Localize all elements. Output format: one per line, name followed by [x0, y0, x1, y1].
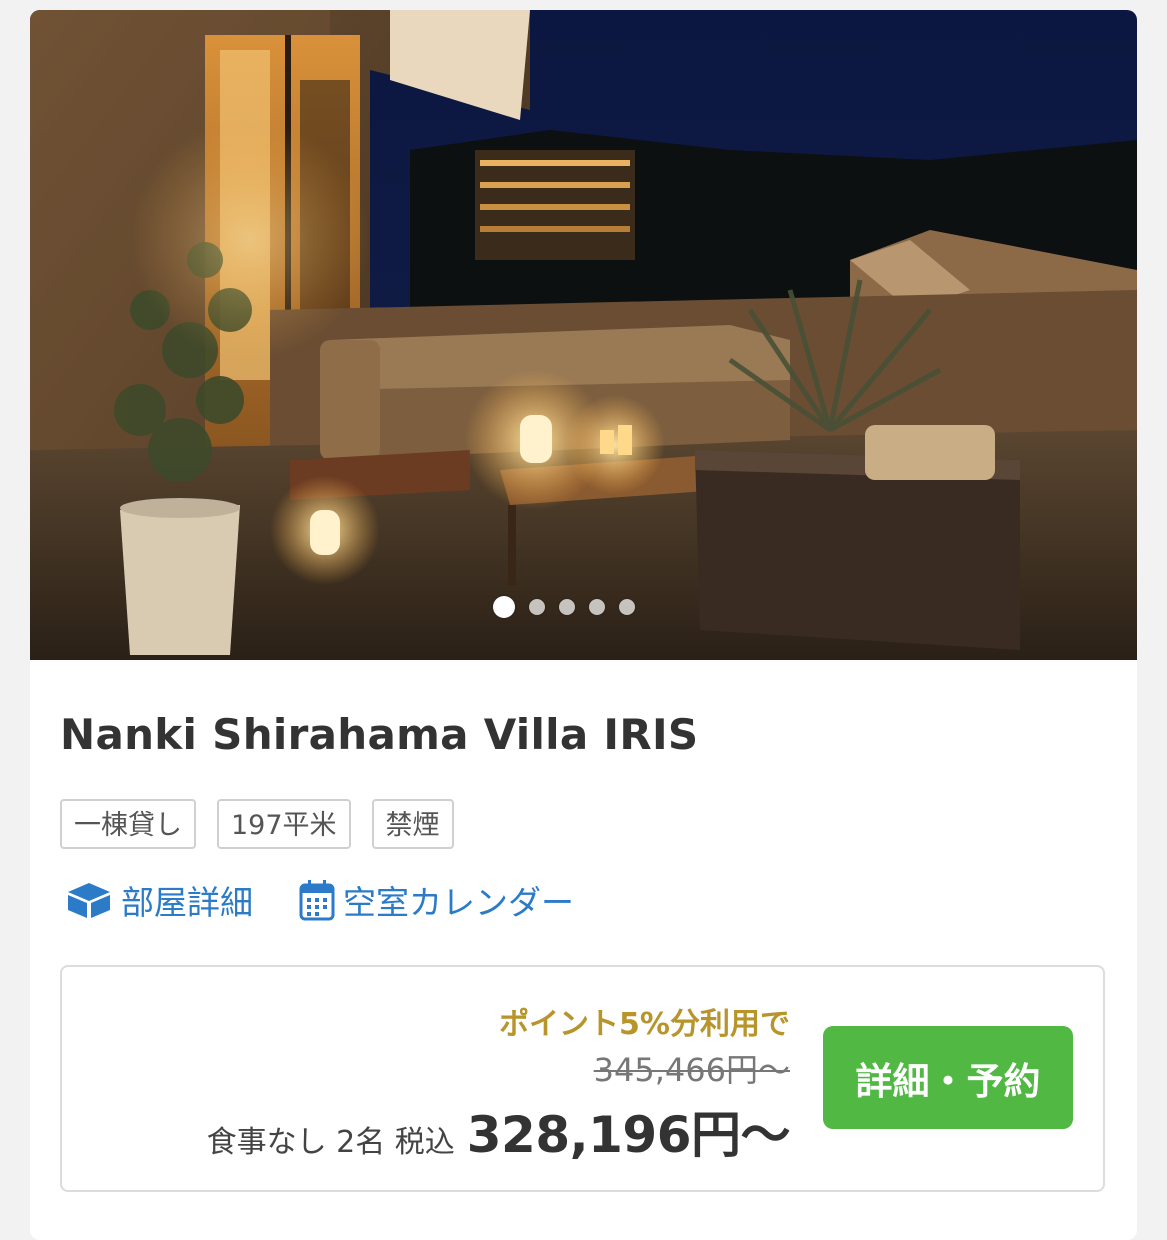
price-row: 食事なし 2名 税込 328,196円〜: [206, 1095, 791, 1167]
tag-no-smoking: 禁煙: [371, 799, 454, 849]
carousel-dot-5[interactable]: [618, 599, 635, 615]
villa-photo[interactable]: [30, 10, 1137, 660]
discounted-price: 328,196円〜: [466, 1106, 791, 1164]
plan-conditions: 食事なし 2名 税込: [206, 1125, 455, 1160]
detail-links: 部屋詳細 空室カレンダー: [65, 876, 574, 924]
carousel-indicator: [30, 596, 1137, 618]
carousel-dot-2[interactable]: [528, 599, 545, 615]
availability-calendar-link[interactable]: 空室カレンダー: [299, 876, 574, 924]
room-details-link[interactable]: 部屋詳細: [65, 876, 253, 924]
original-price: 345,466円〜: [593, 1051, 790, 1089]
listing-card: Nanki Shirahama Villa IRIS 一棟貸し 197平米 禁煙…: [30, 10, 1137, 1240]
carousel-dot-3[interactable]: [558, 599, 575, 615]
listing-title: Nanki Shirahama Villa IRIS: [60, 710, 699, 759]
price-panel: ポイント5%分利用で 345,466円〜 食事なし 2名 税込 328,196円…: [60, 965, 1105, 1192]
room-details-label: 部屋詳細: [121, 883, 253, 922]
tag-property-type: 一棟貸し: [60, 799, 196, 849]
carousel-dot-1[interactable]: [492, 596, 515, 618]
carousel-dot-4[interactable]: [588, 599, 605, 615]
availability-calendar-label: 空室カレンダー: [343, 883, 574, 922]
cube-icon: [65, 880, 113, 920]
details-booking-button[interactable]: 詳細・予約: [823, 1026, 1073, 1129]
tag-floor-area: 197平米: [217, 799, 351, 849]
feature-tags: 一棟貸し 197平米 禁煙: [60, 799, 454, 849]
villa-night-terrace-image: [30, 10, 1137, 660]
points-promo: ポイント5%分利用で: [499, 1007, 790, 1042]
calendar-icon: [299, 879, 335, 921]
